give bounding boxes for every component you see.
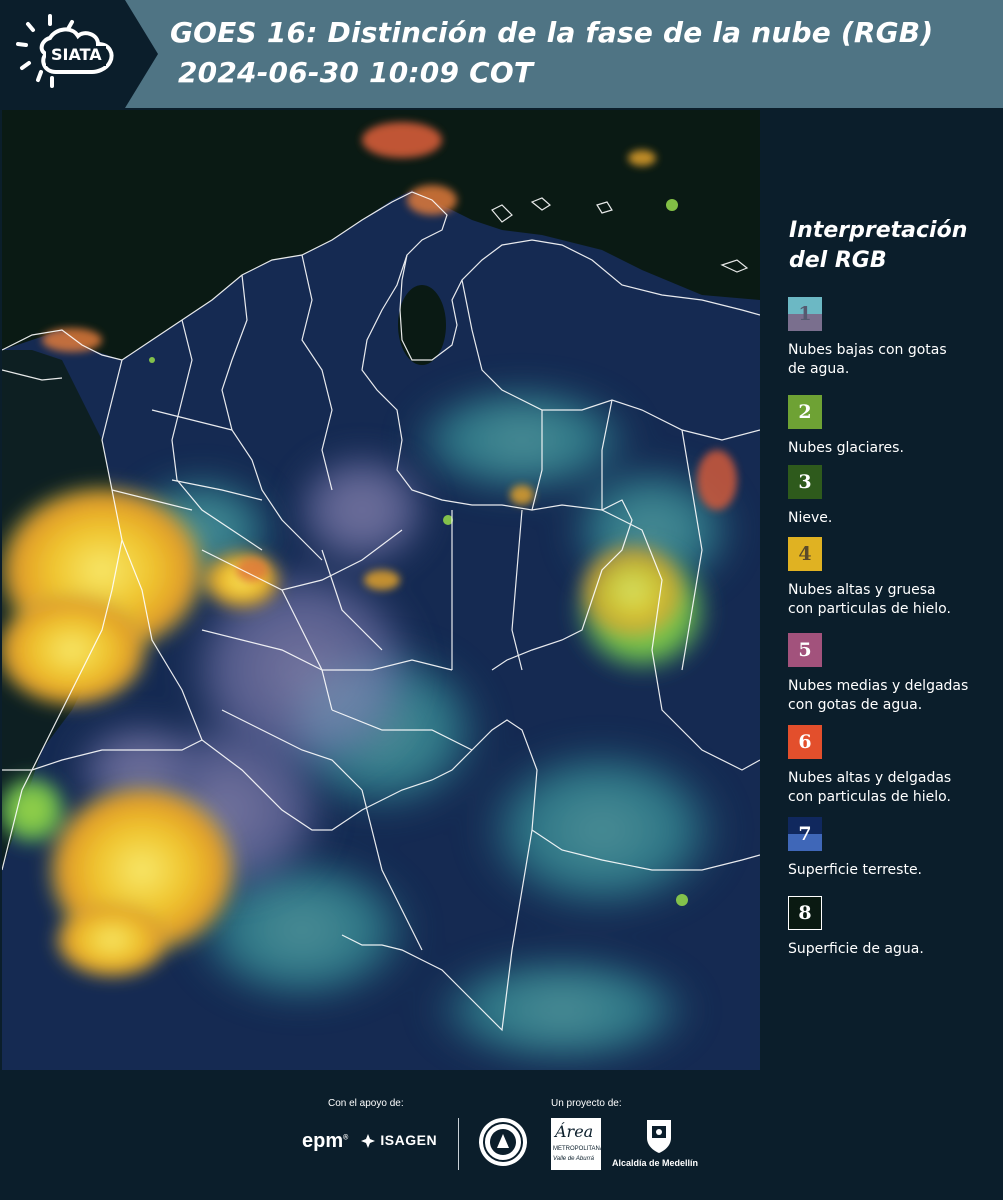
legend-label: Nubes altas y gruesa con particulas de hi… (788, 581, 1003, 619)
legend-swatch-number: 1 (798, 303, 812, 325)
legend-swatch: 2 (788, 395, 822, 429)
legend-label: Nubes bajas con gotas de agua. (788, 341, 1003, 379)
footer: Con el apoyo de: Un proyecto de: epm® IS… (0, 1070, 1003, 1200)
legend-title: Interpretación del RGB (789, 218, 968, 273)
epm-logo[interactable]: epm® (302, 1130, 348, 1153)
support-label: Con el apoyo de: (328, 1098, 404, 1109)
legend-label-line: con particulas de hielo. (788, 789, 951, 805)
legend-item: 4 Nubes altas y gruesa con particulas de h… (788, 537, 1003, 619)
legend-swatch-number: 2 (798, 401, 812, 423)
university-seal-logo[interactable] (477, 1116, 529, 1168)
legend-swatch: 6 (788, 725, 822, 759)
legend-item: 5 Nubes medias y delgadas con gotas de agu… (788, 633, 1003, 715)
footer-divider (458, 1118, 459, 1170)
legend-label-line: con gotas de agua. (788, 697, 923, 713)
legend-swatch-number: 3 (798, 471, 812, 493)
legend-label-line: Superficie de agua. (788, 941, 924, 957)
legend-swatch: 4 (788, 537, 822, 571)
legend-item: 1 Nubes bajas con gotas de agua. (788, 297, 1003, 379)
legend-label-line: Nieve. (788, 510, 833, 526)
legend-swatch: 7 (788, 817, 822, 851)
legend-label: Superficie de agua. (788, 940, 1003, 959)
area-logo-sub2: Valle de Aburrá (553, 1156, 594, 1162)
legend-swatch-number: 8 (798, 902, 812, 924)
legend-label-line: Nubes altas y gruesa (788, 582, 936, 598)
legend-label-line: con particulas de hielo. (788, 601, 951, 617)
legend-panel: Interpretación del RGB 1 Nubes bajas con … (760, 108, 1003, 1070)
legend-swatch: 3 (788, 465, 822, 499)
alcaldia-medellin-logo[interactable]: Alcaldía de Medellín (610, 1118, 710, 1170)
legend-item: 2 Nubes glaciares. (788, 395, 1003, 458)
legend-swatch-number: 5 (798, 639, 812, 661)
seal-icon (479, 1118, 527, 1166)
logo-text: SIATA (51, 45, 102, 64)
legend-item: 7 Superficie terreste. (788, 817, 1003, 880)
satellite-map[interactable] (2, 110, 760, 1070)
legend-swatch-number: 6 (798, 731, 812, 753)
isagen-logo-text: ISAGEN (380, 1132, 438, 1148)
page-title: GOES 16: Distinción de la fase de la nub… (170, 16, 934, 49)
medellin-shield-icon (647, 1120, 671, 1153)
siata-logo[interactable]: SIATA (0, 0, 158, 108)
legend-label-line: Superficie terreste. (788, 862, 923, 878)
page-subtitle-datetime: 2024-06-30 10:09 COT (178, 56, 534, 89)
legend-label-line: Nubes glaciares. (788, 440, 904, 456)
legend-item: 3 Nieve. (788, 465, 1003, 528)
legend-label: Nieve. (788, 509, 1003, 528)
isagen-logo[interactable]: ISAGEN (360, 1132, 437, 1149)
legend-label-line: Nubes bajas con gotas (788, 342, 947, 358)
project-label: Un proyecto de: (551, 1098, 622, 1109)
legend-label-line: Nubes medias y delgadas (788, 678, 969, 694)
legend-swatch: 5 (788, 633, 822, 667)
legend-item: 8 Superficie de agua. (788, 896, 1003, 959)
legend-label: Nubes altas y delgadas con particulas de … (788, 769, 1003, 807)
epm-logo-text: epm (302, 1130, 344, 1152)
area-logo-sub1: METROPOLITANA (553, 1146, 604, 1152)
area-logo-name: Área (555, 1122, 594, 1141)
header-bar: SIATA GOES 16: Distinción de la fase de … (0, 0, 1003, 108)
isagen-mark-icon (361, 1134, 375, 1149)
legend-label-line: de agua. (788, 361, 850, 377)
legend-swatch-number: 4 (798, 543, 812, 565)
legend-swatch: 1 (788, 297, 822, 331)
legend-swatch: 8 (788, 896, 822, 930)
legend-label: Nubes glaciares. (788, 439, 1003, 458)
satellite-imagery (2, 110, 760, 1070)
legend-item: 6 Nubes altas y delgadas con particulas de… (788, 725, 1003, 807)
legend-swatch-number: 7 (798, 823, 812, 845)
alcaldia-text: Alcaldía de Medellín (612, 1158, 699, 1168)
legend-label: Nubes medias y delgadas con gotas de agua… (788, 677, 1003, 715)
legend-label-line: Nubes altas y delgadas (788, 770, 952, 786)
area-metropolitana-logo[interactable]: Área METROPOLITANA Valle de Aburrá (551, 1118, 604, 1170)
legend-label: Superficie terreste. (788, 861, 1003, 880)
